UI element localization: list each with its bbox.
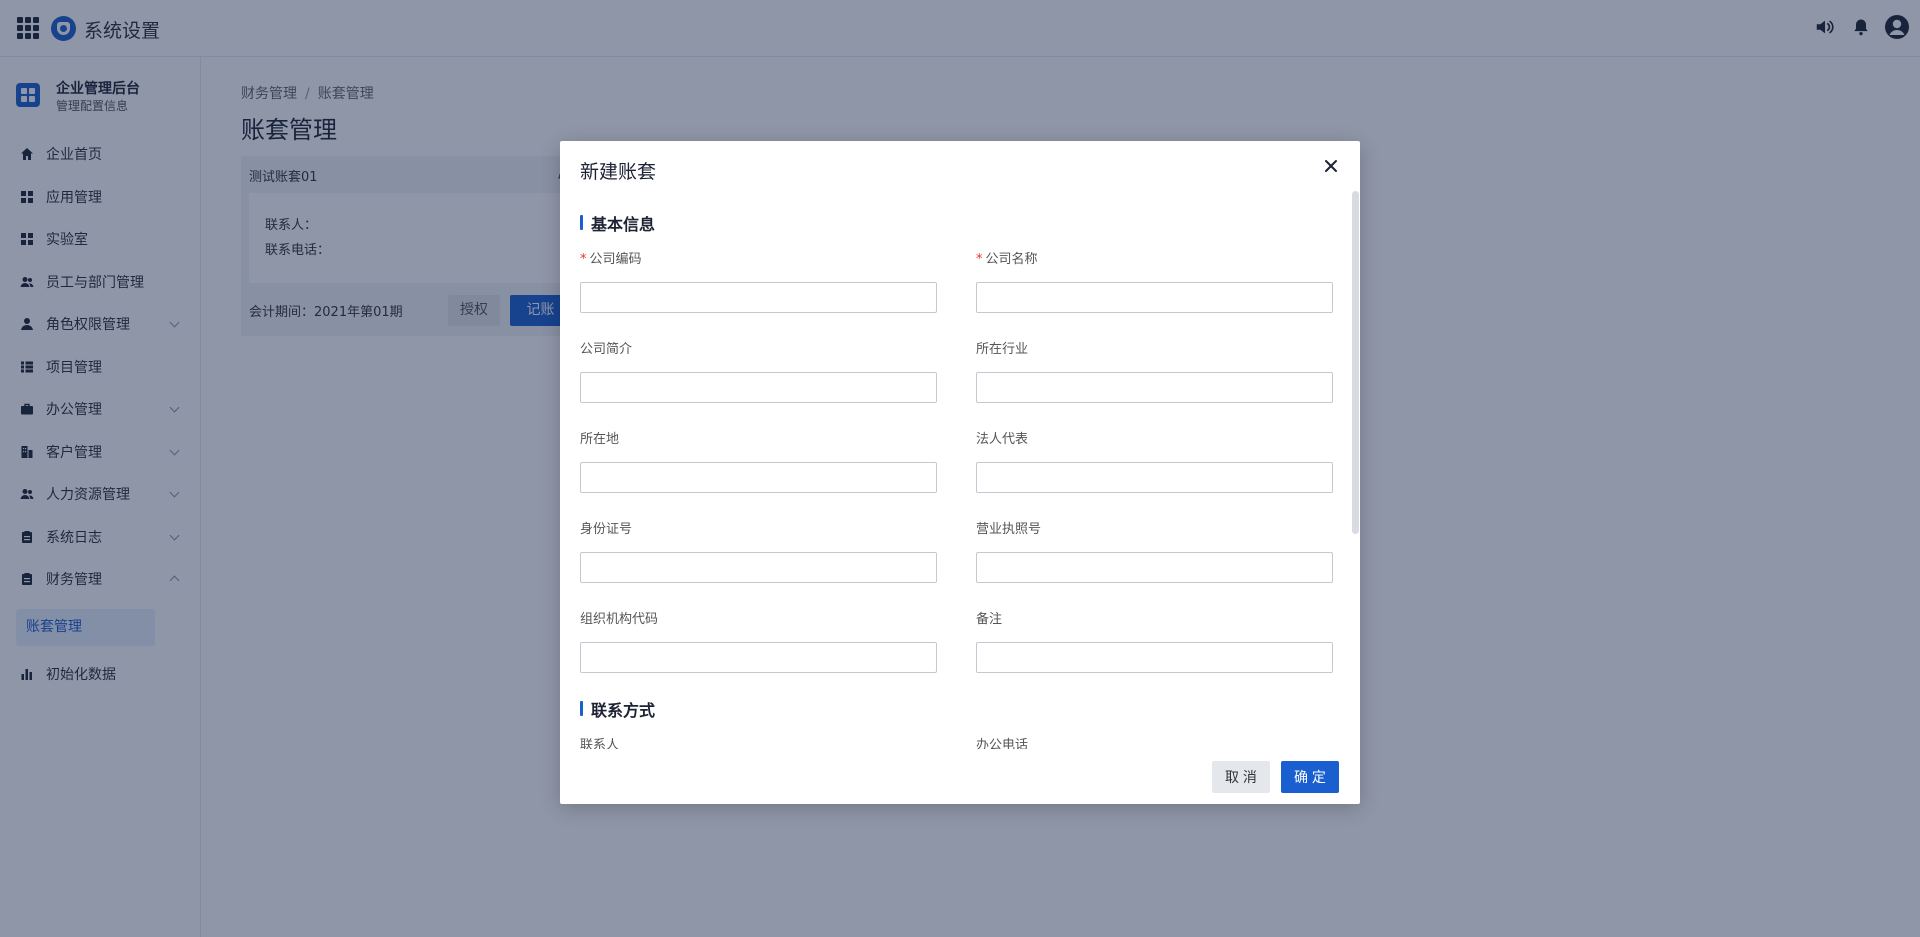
industry-input[interactable] [976,372,1333,403]
close-icon[interactable] [1322,157,1340,175]
id-number-input[interactable] [580,552,937,583]
section-basic-info: 基本信息 [580,211,655,235]
company-name-input[interactable] [976,282,1333,313]
industry-label: 所在行业 [976,342,1029,357]
license-number-label: 营业执照号 [976,522,1042,537]
dialog-body[interactable]: 基本信息 * 公司编码 * 公司名称 公司简介 所在行业 所在地 法人代表 身份证号… [560,189,1360,749]
company-code-label: * 公司编码 [580,248,642,267]
org-code-input[interactable] [580,642,937,673]
company-intro-label: 公司简介 [580,342,633,357]
section-contact-info: 联系方式 [580,697,655,721]
contact-person-label: 联系人 [580,738,620,749]
cancel-button[interactable]: 取 消 [1212,761,1270,793]
company-name-label: * 公司名称 [976,248,1038,267]
org-code-label: 组织机构代码 [580,612,659,627]
new-account-set-dialog: 新建账套 基本信息 * 公司编码 * 公司名称 公司简介 所在行业 所在地 法人代表… [560,141,1360,804]
remark-input[interactable] [976,642,1333,673]
legal-rep-label: 法人代表 [976,432,1029,447]
field-label-text: 公司名称 [985,252,1038,267]
remark-label: 备注 [976,612,1003,627]
id-number-label: 身份证号 [580,522,633,537]
required-mark: * [580,252,587,267]
field-label-text: 公司编码 [589,252,642,267]
company-intro-input[interactable] [580,372,937,403]
dialog-scrollbar[interactable] [1352,191,1359,534]
confirm-button[interactable]: 确 定 [1281,761,1339,793]
dialog-title: 新建账套 [580,161,657,183]
legal-rep-input[interactable] [976,462,1333,493]
location-label: 所在地 [580,432,620,447]
company-code-input[interactable] [580,282,937,313]
license-number-input[interactable] [976,552,1333,583]
required-mark: * [976,252,983,267]
location-input[interactable] [580,462,937,493]
office-phone-label: 办公电话 [976,738,1029,749]
